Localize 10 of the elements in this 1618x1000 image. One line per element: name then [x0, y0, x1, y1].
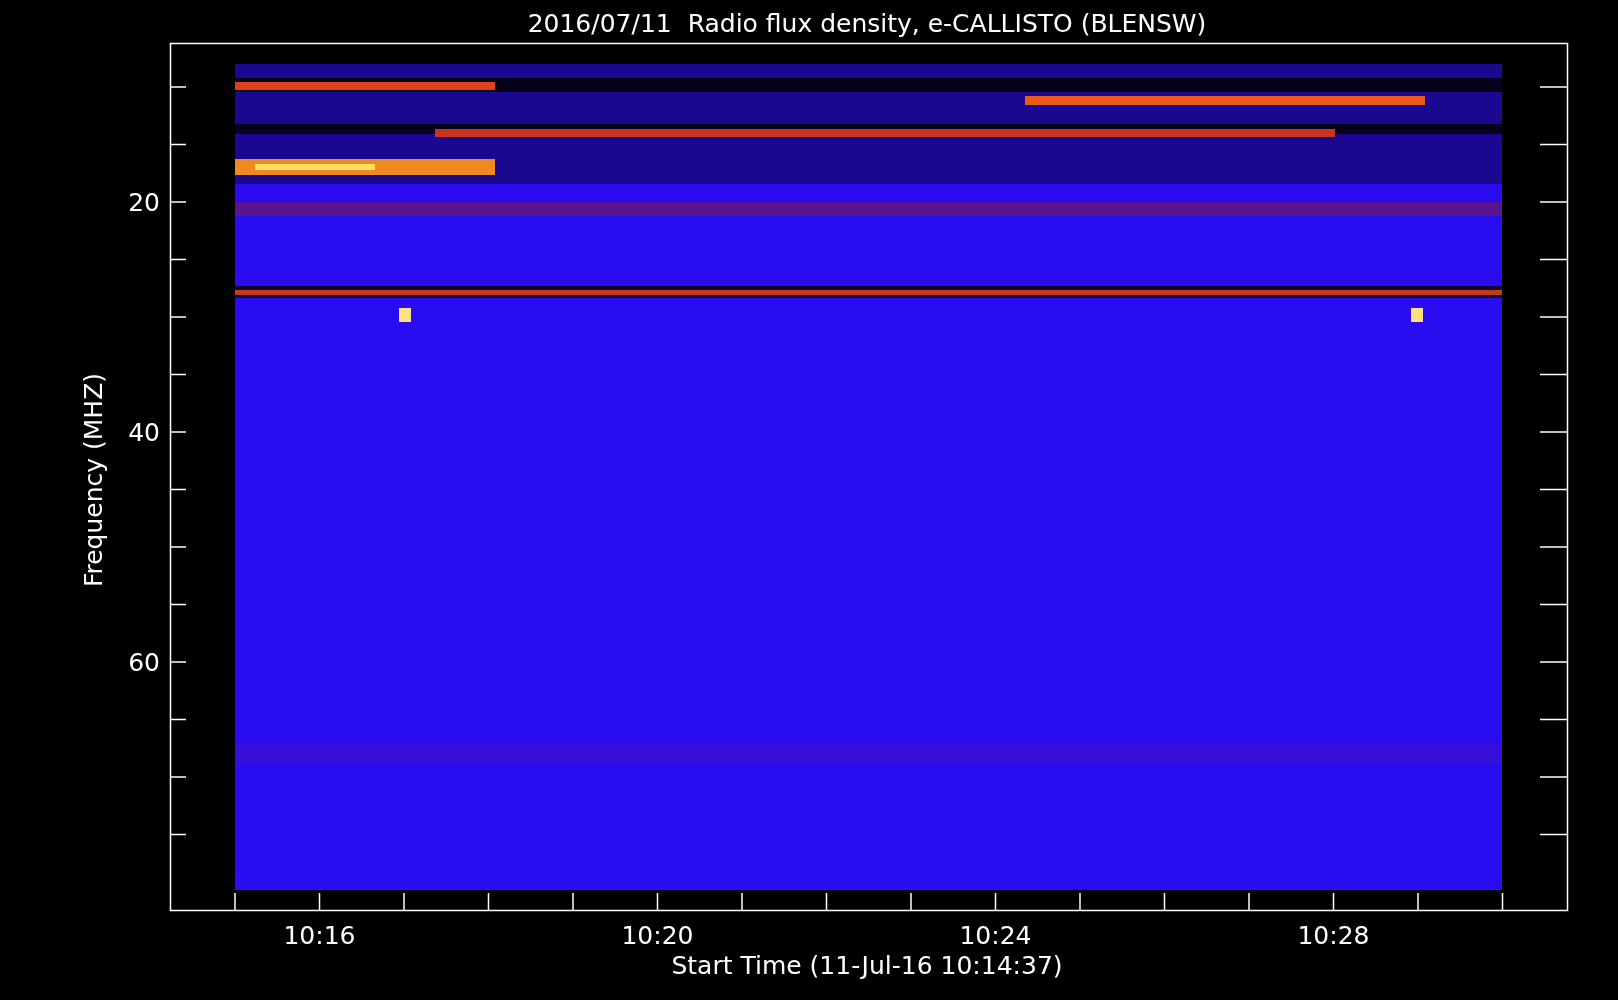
- chart-title: 2016/07/11 Radio flux density, e-CALLISTO (BLENSW): [527, 9, 1207, 38]
- x-axis-title: Start Time (11-Jul-16 10:14:37): [671, 951, 1063, 980]
- x-tick-label: 10:20: [621, 921, 694, 950]
- x-tick-label: 10:24: [959, 921, 1032, 950]
- y-tick-label: 20: [128, 188, 160, 217]
- x-tick-label: 10:28: [1297, 921, 1370, 950]
- x-tick-label: 10:16: [283, 921, 356, 950]
- y-tick-label: 60: [128, 648, 160, 677]
- y-axis-title: Frequency (MHZ): [79, 372, 108, 588]
- y-tick-label: 40: [128, 418, 160, 447]
